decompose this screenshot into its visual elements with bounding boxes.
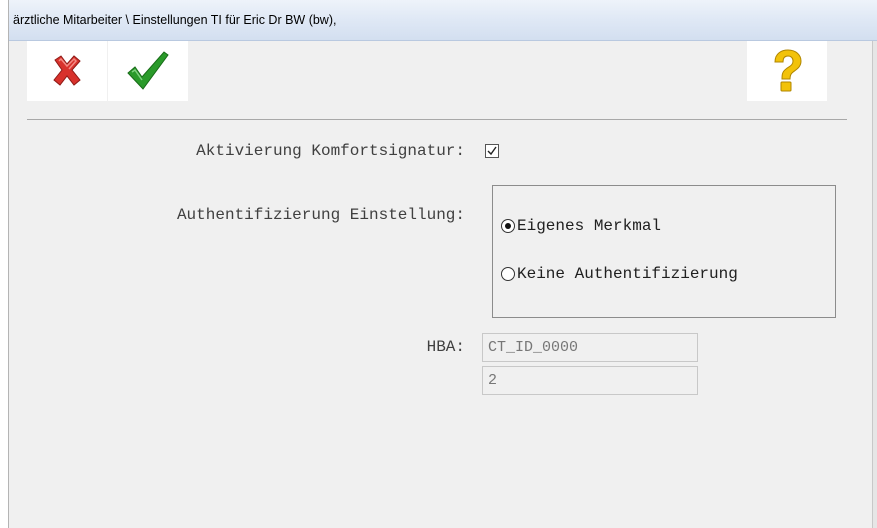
authentifizierung-label: Authentifizierung Einstellung: bbox=[176, 206, 465, 224]
komfortsignatur-checkbox[interactable] bbox=[485, 144, 499, 158]
right-scroll-edge bbox=[872, 40, 877, 528]
hba-label: HBA: bbox=[426, 338, 465, 356]
hba-slot-field[interactable]: 2 bbox=[482, 366, 698, 395]
toolbar-separator bbox=[27, 119, 847, 120]
hba-ct-id-field[interactable]: CT_ID_0000 bbox=[482, 333, 698, 362]
radio-eigenes-merkmal[interactable]: Eigenes Merkmal bbox=[501, 217, 661, 235]
checkmark-icon bbox=[487, 146, 497, 156]
radio-unselected-icon bbox=[501, 267, 515, 281]
help-button[interactable] bbox=[747, 41, 827, 101]
window-title: ärztliche Mitarbeiter \ Einstellungen TI… bbox=[13, 13, 337, 27]
radio-label: Keine Authentifizierung bbox=[517, 265, 738, 283]
question-mark-icon bbox=[774, 49, 802, 92]
auth-options-group: Eigenes Merkmal Keine Authentifizierung bbox=[492, 185, 836, 318]
radio-keine-authentifizierung[interactable]: Keine Authentifizierung bbox=[501, 265, 738, 283]
ok-button[interactable] bbox=[108, 41, 188, 101]
radio-selected-icon bbox=[501, 219, 515, 233]
komfortsignatur-label: Aktivierung Komfortsignatur: bbox=[196, 142, 465, 160]
title-bar: ärztliche Mitarbeiter \ Einstellungen TI… bbox=[9, 0, 877, 41]
radio-label: Eigenes Merkmal bbox=[517, 217, 662, 235]
green-check-icon bbox=[127, 51, 169, 90]
cancel-button[interactable] bbox=[27, 41, 107, 101]
left-window-edge bbox=[0, 0, 9, 528]
red-x-icon bbox=[53, 55, 81, 86]
